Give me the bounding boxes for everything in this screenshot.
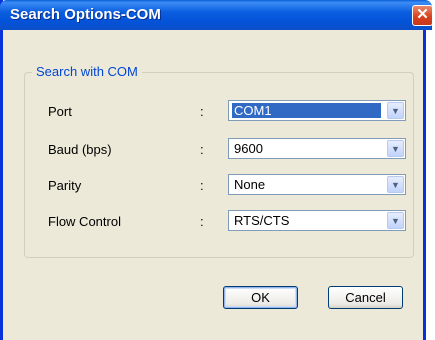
parity-select[interactable]: None ▼ xyxy=(228,174,406,195)
baud-label: Baud (bps) xyxy=(48,142,112,157)
port-label: Port xyxy=(48,104,72,119)
title-bar[interactable]: Search Options-COM ✕ xyxy=(0,0,433,30)
chevron-down-icon[interactable]: ▼ xyxy=(387,140,404,157)
port-colon: : xyxy=(200,104,204,119)
parity-label: Parity xyxy=(48,178,82,193)
chevron-down-icon[interactable]: ▼ xyxy=(387,176,404,193)
chevron-down-icon[interactable]: ▼ xyxy=(387,102,404,119)
baud-colon: : xyxy=(200,142,204,157)
port-select[interactable]: COM1 ▼ xyxy=(228,100,406,121)
ok-button[interactable]: OK xyxy=(223,286,298,309)
flow-control-select-value: RTS/CTS xyxy=(234,213,290,228)
port-select-value: COM1 xyxy=(232,103,381,118)
chevron-down-icon[interactable]: ▼ xyxy=(387,212,404,229)
parity-select-value: None xyxy=(234,177,266,192)
group-legend: Search with COM xyxy=(32,64,142,79)
flow-control-colon: : xyxy=(200,214,204,229)
close-icon[interactable]: ✕ xyxy=(412,5,433,26)
window-title: Search Options-COM xyxy=(10,6,161,23)
flow-control-select[interactable]: RTS/CTS ▼ xyxy=(228,210,406,231)
baud-select-value: 9600 xyxy=(234,141,263,156)
cancel-button[interactable]: Cancel xyxy=(328,286,403,309)
baud-select[interactable]: 9600 ▼ xyxy=(228,138,406,159)
parity-colon: : xyxy=(200,178,204,193)
flow-control-label: Flow Control xyxy=(48,214,121,229)
